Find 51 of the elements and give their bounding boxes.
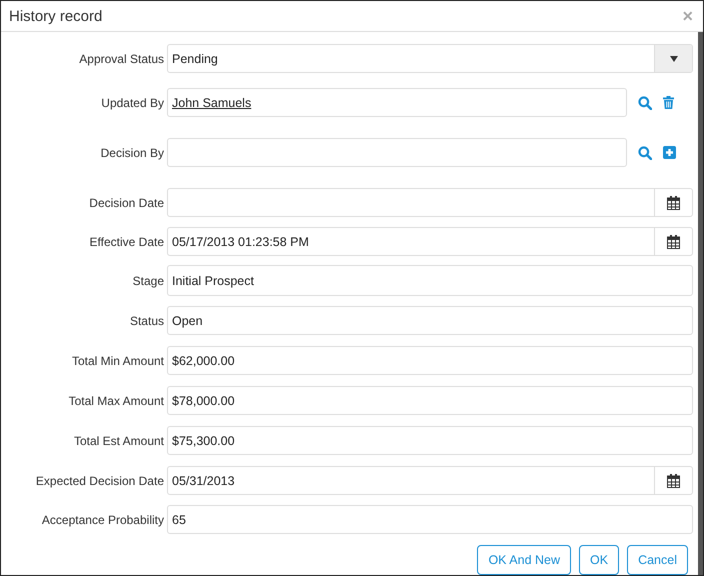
lookup-field[interactable]: John Samuels [167, 88, 627, 117]
field-value: 65 [171, 512, 187, 526]
calendar-icon [667, 196, 680, 210]
delete-button[interactable] [663, 96, 674, 109]
calendar-icon [667, 474, 680, 488]
search-icon [638, 146, 652, 160]
calendar-icon [667, 234, 680, 248]
field-label: Status [128, 314, 165, 328]
field-label: Acceptance Probability [40, 512, 165, 526]
search-icon [638, 96, 652, 110]
field-value: $78,000.00 [171, 394, 236, 408]
field-value: Open [171, 314, 204, 328]
plus-icon [663, 146, 676, 159]
field-label: Approval Status [78, 52, 165, 66]
approval-status-select[interactable]: Pending [167, 44, 693, 73]
text-field[interactable]: Open [167, 306, 693, 335]
field-label: Stage [132, 274, 165, 288]
field-value: 05/31/2013 [171, 474, 236, 488]
field-label: Total Est Amount [72, 434, 165, 448]
date-field[interactable] [167, 188, 693, 217]
text-field[interactable]: $62,000.00 [167, 346, 693, 375]
dropdown-caret-icon [670, 56, 678, 62]
date-field[interactable]: 05/17/2013 01:23:58 PM [167, 227, 693, 256]
add-button[interactable] [663, 146, 676, 159]
dialog-button[interactable]: OK [579, 545, 620, 575]
text-field[interactable]: 65 [167, 505, 693, 534]
window-title: History record [9, 8, 102, 24]
field-value: $75,300.00 [171, 434, 236, 448]
text-field[interactable]: $75,300.00 [167, 426, 693, 455]
user-link[interactable]: John Samuels [168, 96, 626, 110]
scrollbar[interactable] [698, 32, 703, 575]
field-value: $62,000.00 [171, 354, 236, 368]
dialog-button[interactable]: Cancel [627, 545, 688, 575]
field-label: Updated By [100, 96, 165, 110]
search-button[interactable] [638, 96, 652, 110]
field-value: 05/17/2013 01:23:58 PM [171, 234, 310, 248]
field-value: Initial Prospect [171, 274, 255, 288]
date-field[interactable]: 05/31/2013 [167, 466, 693, 495]
field-label: Decision Date [88, 196, 165, 210]
lookup-field[interactable] [167, 138, 627, 167]
text-field[interactable]: $78,000.00 [167, 386, 693, 415]
field-label: Decision By [100, 146, 165, 160]
field-label: Total Max Amount [68, 394, 165, 408]
field-label: Expected Decision Date [34, 474, 165, 488]
text-field[interactable]: Initial Prospect [167, 265, 693, 296]
trash-icon [663, 96, 674, 109]
search-button[interactable] [638, 146, 652, 160]
field-label: Effective Date [88, 234, 165, 248]
field-label: Total Min Amount [70, 354, 165, 368]
dialog-button[interactable]: OK And New [477, 545, 572, 575]
field-value: Pending [171, 52, 219, 66]
